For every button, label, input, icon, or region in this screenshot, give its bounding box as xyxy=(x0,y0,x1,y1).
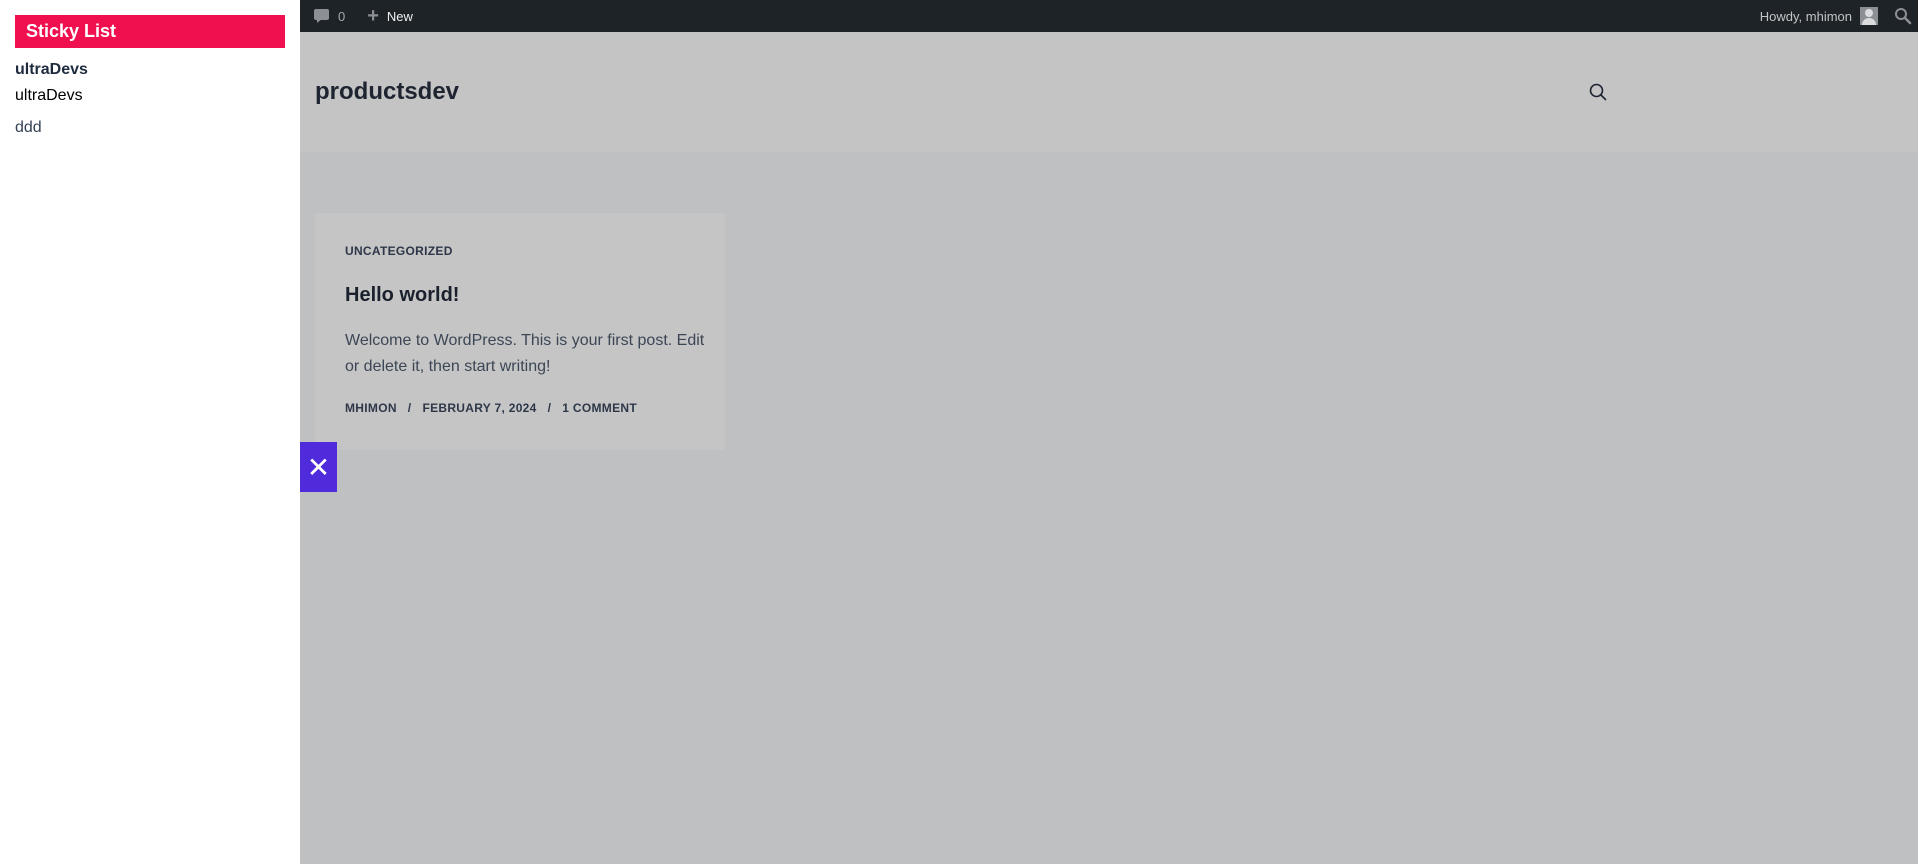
howdy-greeting[interactable]: Howdy, mhimon xyxy=(1760,9,1852,24)
admin-bar-right: Howdy, mhimon xyxy=(1760,0,1918,32)
admin-bar-comments[interactable]: 0 xyxy=(314,9,345,24)
avatar[interactable] xyxy=(1860,7,1878,25)
site-title[interactable]: productsdev xyxy=(315,78,459,106)
post-excerpt: Welcome to WordPress. This is your first… xyxy=(345,332,705,375)
sticky-sidebar: Sticky List ultraDevs ultraDevs ddd xyxy=(0,0,300,864)
sticky-list-title: Sticky List xyxy=(15,15,285,48)
post-card: UNCATEGORIZED Hello world! Welcome to Wo… xyxy=(315,213,725,450)
sidebar-item-ultradevs-bold[interactable]: ultraDevs xyxy=(15,61,88,79)
close-icon: ✕ xyxy=(306,451,331,483)
post-comments[interactable]: 1 COMMENT xyxy=(562,401,637,415)
new-label: New xyxy=(386,8,413,24)
close-sidebar-button[interactable]: ✕ xyxy=(300,442,337,492)
post-category[interactable]: UNCATEGORIZED xyxy=(345,244,453,258)
post-author[interactable]: MHIMON xyxy=(345,401,397,415)
sidebar-item-ddd[interactable]: ddd xyxy=(15,119,42,137)
site-header: productsdev xyxy=(300,32,1918,152)
post-date[interactable]: FEBRUARY 7, 2024 xyxy=(422,401,536,415)
admin-bar-new[interactable]: + New xyxy=(367,6,413,26)
comment-bubble-icon xyxy=(314,9,330,23)
meta-separator: / xyxy=(407,401,412,415)
comments-count: 0 xyxy=(338,8,346,24)
admin-bar-left: 0 + New xyxy=(314,0,413,32)
post-title[interactable]: Hello world! xyxy=(345,284,459,307)
admin-search-icon[interactable] xyxy=(1894,7,1912,25)
sidebar-item-ultradevs[interactable]: ultraDevs xyxy=(15,87,83,105)
post-meta: MHIMON / FEBRUARY 7, 2024 / 1 COMMENT xyxy=(345,401,637,415)
search-icon[interactable] xyxy=(1589,83,1607,101)
plus-icon: + xyxy=(367,5,379,27)
meta-separator: / xyxy=(547,401,552,415)
